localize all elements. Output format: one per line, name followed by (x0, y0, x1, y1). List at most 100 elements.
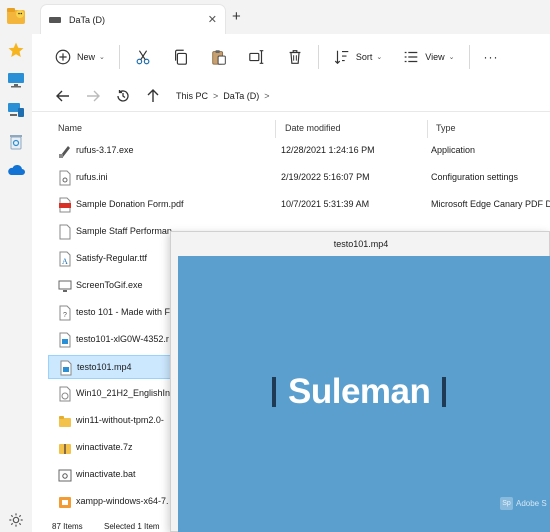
video-preview-window[interactable]: testo101.mp4 Suleman Sp Adobe S (170, 231, 550, 532)
selection-count: Selected 1 Item (104, 522, 160, 531)
svg-text:A: A (62, 257, 68, 266)
settings-gear-icon[interactable] (6, 510, 26, 530)
column-header-date[interactable]: Date modified (285, 118, 341, 138)
file-type: Microsoft Edge Canary PDF Do (431, 199, 550, 209)
recycle-bin-icon[interactable] (6, 132, 26, 152)
file-name: rufus-3.17.exe (76, 145, 134, 155)
video-frame[interactable]: Suleman Sp Adobe S (178, 256, 550, 532)
file-name: ScreenToGif.exe (76, 280, 143, 290)
copy-button[interactable] (166, 43, 196, 71)
address-row: This PC > DaTa (D) > (32, 80, 550, 112)
breadcrumb-this-pc[interactable]: This PC (176, 91, 208, 101)
view-label: View (425, 52, 445, 62)
document-icon (58, 224, 72, 240)
installer-icon (58, 494, 72, 510)
column-header-name[interactable]: Name (58, 118, 82, 138)
item-count: 87 Items (52, 522, 83, 531)
address-bar[interactable]: This PC > DaTa (D) > (176, 84, 550, 108)
new-tab-button[interactable]: + (232, 8, 241, 26)
file-type: Configuration settings (431, 172, 519, 182)
delete-button[interactable] (280, 43, 310, 71)
video-caption: Suleman (260, 372, 458, 412)
file-name: testo101-xlG0W-4352.r (76, 334, 169, 344)
breadcrumb-separator: > (264, 91, 270, 101)
chevron-down-icon: ⌄ (448, 54, 455, 61)
trash-icon (289, 50, 301, 64)
more-options-button[interactable]: ··· (478, 43, 505, 71)
view-button[interactable]: View ⌄ (396, 43, 460, 71)
onedrive-cloud-icon[interactable] (6, 160, 26, 180)
file-name: Satisfy-Regular.ttf (76, 253, 148, 263)
this-pc-icon[interactable] (6, 100, 26, 120)
file-row[interactable]: Sample Donation Form.pdf 10/7/2021 5:31:3… (48, 193, 550, 217)
usb-drive-icon (58, 143, 72, 159)
file-row[interactable]: rufus.ini 2/19/2022 5:16:07 PM Configurati… (48, 166, 548, 190)
up-button[interactable] (138, 84, 168, 108)
disc-image-icon (58, 386, 72, 402)
file-name: Sample Donation Form.pdf (76, 199, 184, 209)
favorites-star-icon[interactable] (6, 40, 26, 60)
caption-bar-left (272, 377, 276, 407)
command-bar: New ⌄ Sort ⌄ View ⌄ ··· (32, 34, 550, 80)
recent-locations-button[interactable] (108, 84, 138, 108)
desktop-icon[interactable] (6, 70, 26, 90)
file-date-modified: 10/7/2021 5:31:39 AM (281, 199, 370, 209)
home-folder-icon[interactable] (6, 6, 26, 26)
arrow-up-icon (147, 88, 159, 102)
chevron-down-icon: ⌄ (376, 54, 383, 61)
video-file-icon (58, 332, 72, 348)
gear-file-icon (58, 467, 72, 483)
file-name: win11-without-tpm2.0- (76, 415, 164, 425)
font-file-icon: A (58, 251, 72, 267)
new-button[interactable]: New ⌄ (48, 43, 111, 71)
svg-text:?: ? (63, 312, 67, 319)
sort-icon (334, 50, 349, 65)
monitor-icon (58, 278, 72, 294)
column-divider[interactable] (427, 120, 428, 138)
navigation-rail (0, 0, 32, 532)
close-tab-icon[interactable]: ✕ (208, 13, 217, 26)
copy-icon (174, 49, 187, 65)
sort-label: Sort (355, 52, 373, 62)
file-name: testo101.mp4 (77, 362, 132, 372)
caption-text: Suleman (288, 372, 431, 411)
rename-icon (249, 50, 264, 64)
breadcrumb-separator: > (213, 91, 219, 101)
toolbar-divider (118, 45, 120, 69)
tab-title: DaTa (D) (69, 14, 106, 25)
ellipsis-icon: ··· (483, 50, 499, 64)
forward-button[interactable] (78, 84, 108, 108)
watermark-text: Adobe S (516, 499, 547, 508)
history-icon (117, 89, 129, 102)
back-button[interactable] (48, 84, 78, 108)
tab-data-drive[interactable]: DaTa (D) ✕ (40, 4, 226, 34)
column-divider[interactable] (275, 120, 276, 138)
toolbar-divider (317, 45, 319, 69)
clipboard-icon (212, 50, 226, 65)
list-view-icon (404, 51, 418, 63)
file-name: xampp-windows-x64-7. (76, 496, 169, 506)
adobe-logo-icon: Sp (500, 497, 513, 510)
paste-button[interactable] (204, 43, 234, 71)
file-name: Win10_21H2_EnglishInt (76, 388, 173, 398)
toolbar-divider (468, 45, 470, 69)
breadcrumb-data-drive[interactable]: DaTa (D) (223, 91, 259, 101)
caption-bar-right (442, 377, 447, 407)
plus-circle-icon (55, 49, 71, 65)
pdf-icon (58, 197, 72, 213)
file-date-modified: 2/19/2022 5:16:07 PM (281, 172, 370, 182)
file-name: rufus.ini (76, 172, 108, 182)
file-row[interactable]: rufus-3.17.exe 12/28/2021 1:24:16 PM Appli… (48, 139, 548, 163)
sort-button[interactable]: Sort ⌄ (327, 43, 388, 71)
archive-icon (58, 440, 72, 456)
popup-title: testo101.mp4 (333, 239, 389, 249)
arrow-left-icon (56, 90, 69, 101)
watermark: Sp Adobe S (500, 497, 547, 510)
file-date-modified: 12/28/2021 1:24:16 PM (281, 145, 375, 155)
settings-file-icon (58, 170, 72, 186)
column-header-type[interactable]: Type (436, 118, 456, 138)
cut-button[interactable] (128, 43, 158, 71)
file-name: Sample Staff Performan (76, 226, 172, 236)
file-name: winactivate.7z (76, 442, 133, 452)
rename-button[interactable] (242, 43, 272, 71)
